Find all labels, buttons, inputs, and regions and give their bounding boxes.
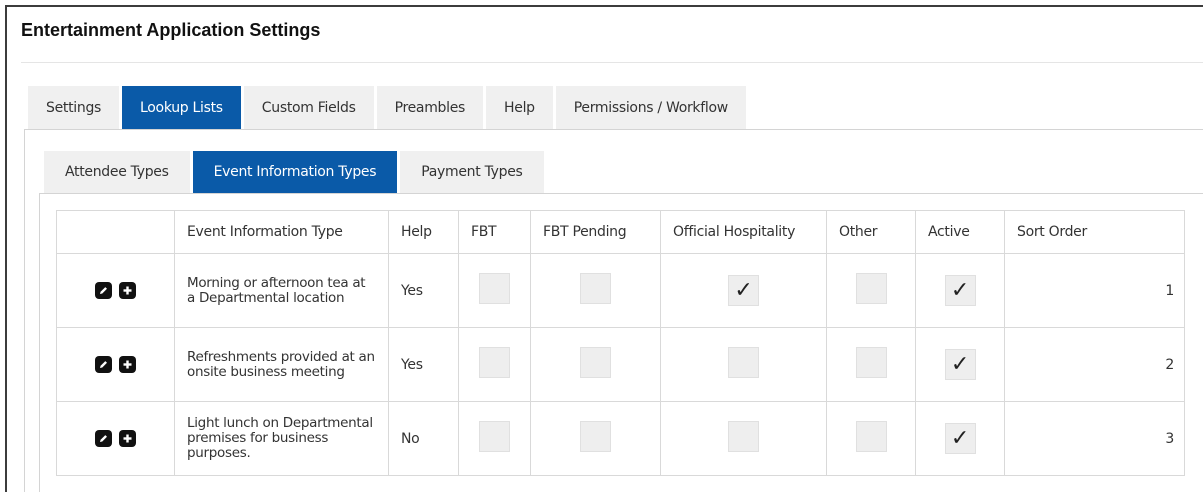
page-title: Entertainment Application Settings: [21, 20, 321, 40]
tab-event-information-types[interactable]: Event Information Types: [192, 151, 398, 193]
pencil-icon[interactable]: [95, 356, 112, 373]
tab-permissions-workflow[interactable]: Permissions / Workflow: [555, 86, 746, 129]
column-header-official-hospitality[interactable]: Official Hospitality: [660, 210, 827, 254]
other-cell: [826, 253, 916, 328]
plus-icon[interactable]: [119, 282, 136, 299]
column-header-sort-order[interactable]: Sort Order: [1004, 210, 1185, 254]
sort-order-cell: 2: [1004, 327, 1185, 402]
active-checkbox[interactable]: ✓: [944, 349, 976, 380]
row-actions-cell: [56, 401, 175, 476]
event-information-types-table: Event Information Type Help FBT FBT Pend…: [56, 210, 1185, 476]
tab-lookup-lists[interactable]: Lookup Lists: [122, 86, 241, 129]
column-header-actions: [56, 210, 175, 254]
column-header-fbt-pending[interactable]: FBT Pending: [530, 210, 661, 254]
pencil-icon[interactable]: [95, 430, 112, 447]
other-checkbox[interactable]: [855, 421, 887, 452]
column-header-help[interactable]: Help: [388, 210, 459, 254]
sort-order-cell: 1: [1004, 253, 1185, 328]
plus-icon[interactable]: [119, 356, 136, 373]
official-hospitality-checkbox[interactable]: [728, 421, 759, 452]
official-hospitality-cell: [660, 327, 827, 402]
column-header-event-information-type[interactable]: Event Information Type: [174, 210, 389, 254]
event-information-types-panel: Event Information Type Help FBT FBT Pend…: [39, 193, 1203, 492]
column-header-other[interactable]: Other: [826, 210, 916, 254]
help-cell: Yes: [388, 253, 459, 328]
official-hospitality-cell: [660, 401, 827, 476]
plus-icon[interactable]: [119, 430, 136, 447]
other-cell: [826, 327, 916, 402]
checkmark-icon: ✓: [950, 352, 970, 377]
checkmark-icon: ✓: [950, 426, 970, 451]
fbt-cell: [458, 327, 531, 402]
fbt-pending-cell: [530, 327, 661, 402]
other-checkbox[interactable]: [855, 273, 887, 304]
tab-attendee-types[interactable]: Attendee Types: [44, 151, 190, 193]
table-row: Refreshments provided at an onsite busin…: [56, 327, 1185, 402]
active-cell: ✓: [915, 327, 1005, 402]
row-actions-cell: [56, 253, 175, 328]
tab-custom-fields[interactable]: Custom Fields: [243, 86, 374, 129]
table-row: Morning or afternoon tea at a Department…: [56, 253, 1185, 328]
other-cell: [826, 401, 916, 476]
active-cell: ✓: [915, 401, 1005, 476]
other-checkbox[interactable]: [855, 347, 887, 378]
fbt-pending-checkbox[interactable]: [580, 421, 611, 452]
checkmark-icon: ✓: [734, 278, 753, 303]
sort-order-cell: 3: [1004, 401, 1185, 476]
column-header-fbt[interactable]: FBT: [458, 210, 531, 254]
fbt-pending-checkbox[interactable]: [580, 347, 611, 378]
row-actions-cell: [56, 327, 175, 402]
lookup-lists-panel: Attendee Types Event Information Types P…: [24, 129, 1203, 492]
official-hospitality-checkbox[interactable]: ✓: [728, 275, 759, 306]
active-cell: ✓: [915, 253, 1005, 328]
settings-window: Entertainment Application Settings Setti…: [5, 5, 1203, 492]
fbt-pending-cell: [530, 401, 661, 476]
title-divider: [21, 62, 1203, 63]
table-header-row: Event Information Type Help FBT FBT Pend…: [56, 210, 1185, 254]
main-tabs: Settings Lookup Lists Custom Fields Prea…: [28, 86, 746, 129]
fbt-cell: [458, 253, 531, 328]
tab-payment-types[interactable]: Payment Types: [400, 151, 544, 193]
fbt-cell: [458, 401, 531, 476]
fbt-pending-cell: [530, 253, 661, 328]
event-information-type-cell: Light lunch on Departmental premises for…: [174, 401, 389, 476]
active-checkbox[interactable]: ✓: [944, 275, 976, 306]
help-cell: Yes: [388, 327, 459, 402]
tab-preambles[interactable]: Preambles: [376, 86, 484, 129]
help-cell: No: [388, 401, 459, 476]
fbt-checkbox[interactable]: [479, 273, 510, 304]
table-row: Light lunch on Departmental premises for…: [56, 401, 1185, 476]
column-header-active[interactable]: Active: [915, 210, 1005, 254]
sub-tabs: Attendee Types Event Information Types P…: [44, 151, 544, 193]
event-information-type-cell: Refreshments provided at an onsite busin…: [174, 327, 389, 402]
fbt-checkbox[interactable]: [479, 347, 510, 378]
pencil-icon[interactable]: [95, 282, 112, 299]
active-checkbox[interactable]: ✓: [944, 423, 976, 454]
tab-help[interactable]: Help: [486, 86, 553, 129]
official-hospitality-checkbox[interactable]: [728, 347, 759, 378]
fbt-checkbox[interactable]: [479, 421, 510, 452]
fbt-pending-checkbox[interactable]: [580, 273, 611, 304]
tab-settings[interactable]: Settings: [28, 86, 120, 129]
official-hospitality-cell: ✓: [660, 253, 827, 328]
event-information-type-cell: Morning or afternoon tea at a Department…: [174, 253, 389, 328]
checkmark-icon: ✓: [950, 278, 970, 303]
